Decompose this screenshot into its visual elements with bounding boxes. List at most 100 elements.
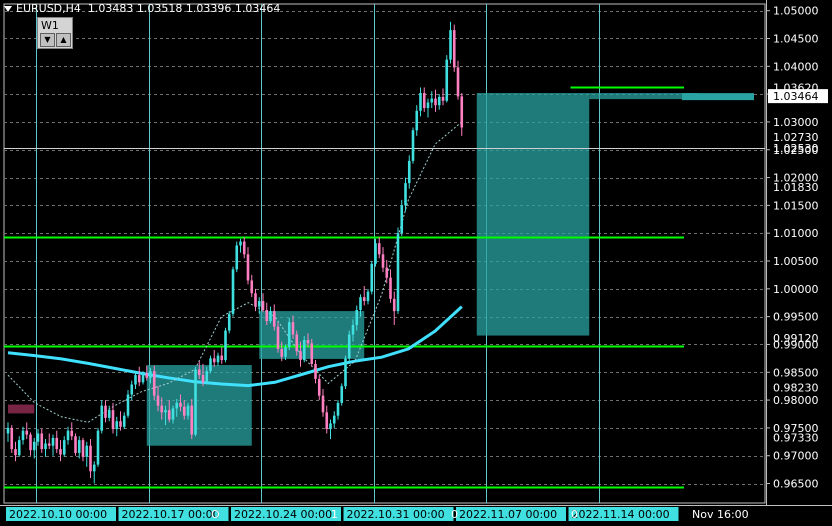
candle-body bbox=[212, 358, 216, 363]
time-label: 2022.10.10 00:00 bbox=[9, 508, 107, 521]
candle-body bbox=[370, 263, 374, 292]
candle-body bbox=[306, 340, 310, 344]
candle-body bbox=[254, 293, 257, 307]
candle-body bbox=[156, 395, 160, 406]
candle-body bbox=[126, 394, 130, 416]
candle-body bbox=[329, 423, 332, 430]
candle-body bbox=[149, 371, 152, 378]
candle-body bbox=[385, 267, 389, 278]
candle-body bbox=[392, 298, 396, 312]
candle-body bbox=[220, 355, 224, 361]
current-zone-strip bbox=[682, 93, 754, 101]
candle-body bbox=[111, 410, 115, 430]
candle-body bbox=[362, 297, 366, 302]
candle-body bbox=[351, 324, 355, 335]
candle-body bbox=[100, 405, 104, 431]
candle-body bbox=[377, 243, 381, 255]
candle-body bbox=[216, 355, 220, 363]
candle-body bbox=[336, 402, 340, 416]
time-label-partial: 0 bbox=[451, 508, 458, 521]
candle-body bbox=[325, 412, 329, 430]
candle-body bbox=[171, 408, 175, 420]
candle-body bbox=[107, 410, 111, 418]
candle-body bbox=[182, 406, 186, 416]
price-marker-label: 1.01830 bbox=[773, 181, 819, 194]
price-tick-label: 0.98500 bbox=[773, 366, 819, 379]
candle-body bbox=[201, 375, 205, 383]
time-label: 2022.11.14 00:00 bbox=[572, 508, 670, 521]
candle-body bbox=[209, 358, 212, 372]
candle-body bbox=[194, 369, 197, 435]
candle-body bbox=[359, 297, 362, 310]
candle-body bbox=[366, 291, 370, 302]
price-marker-label: 1.02530 bbox=[773, 142, 819, 155]
horizontal-level-lines[interactable] bbox=[4, 86, 765, 489]
candle-body bbox=[40, 433, 44, 450]
time-label-partial: 1 bbox=[331, 508, 338, 521]
candle-body bbox=[396, 233, 400, 312]
candle-body bbox=[115, 421, 119, 430]
candle-body bbox=[287, 322, 291, 348]
candle-body bbox=[445, 59, 449, 101]
ohlc-values: 1.03483 1.03518 1.03396 1.03464 bbox=[87, 2, 281, 15]
candle-body bbox=[145, 373, 149, 378]
candle-body bbox=[70, 430, 74, 437]
price-marker-label: 0.98230 bbox=[773, 381, 819, 394]
current-price-label: 1.03464 bbox=[773, 90, 819, 103]
candle-body bbox=[104, 405, 107, 418]
candle-body bbox=[302, 340, 306, 361]
candle-body bbox=[14, 449, 17, 456]
price-marker-label: 0.99120 bbox=[773, 332, 819, 345]
candle-body bbox=[452, 30, 456, 68]
candle-body bbox=[265, 309, 269, 322]
candle-body bbox=[404, 183, 407, 206]
candle-body bbox=[36, 433, 40, 442]
price-tick-label: 0.96500 bbox=[773, 478, 819, 491]
candle-body bbox=[197, 369, 201, 376]
time-label: 2022.10.31 00:00 bbox=[347, 508, 445, 521]
price-tick-label: 0.99500 bbox=[773, 311, 819, 324]
price-tick-label: 1.05000 bbox=[773, 5, 819, 18]
candle-body bbox=[186, 405, 190, 416]
candle-body bbox=[456, 67, 460, 97]
candle-body bbox=[400, 205, 404, 234]
price-tick-label: 1.00000 bbox=[773, 283, 819, 296]
price-tick-label: 1.00500 bbox=[773, 255, 819, 268]
time-label-partial: O bbox=[211, 508, 220, 521]
price-tick-label: 0.97000 bbox=[773, 450, 819, 463]
candle-body bbox=[389, 277, 392, 299]
price-chart[interactable]: 1.050001.045001.040001.035001.030001.025… bbox=[0, 0, 832, 526]
candle-body bbox=[21, 430, 25, 441]
candle-body bbox=[6, 427, 10, 434]
candle-body bbox=[235, 245, 239, 270]
timeframe-up-button[interactable]: ▲ bbox=[56, 33, 71, 47]
candle-body bbox=[224, 330, 227, 361]
candle-body bbox=[81, 440, 85, 457]
zone-rect bbox=[589, 93, 698, 100]
candle-body bbox=[96, 430, 100, 465]
candle-body bbox=[239, 241, 242, 246]
zone-rect bbox=[8, 404, 35, 414]
candle-body bbox=[272, 311, 276, 327]
candle-body bbox=[280, 348, 284, 357]
candle-body bbox=[85, 445, 89, 457]
time-label-last: Nov 16:00 bbox=[692, 508, 749, 521]
candle-body bbox=[160, 405, 164, 413]
candle-body bbox=[310, 343, 314, 364]
time-label: 2022.11.07 00:00 bbox=[459, 508, 557, 521]
dropdown-triangle-icon[interactable] bbox=[4, 5, 12, 12]
time-axis[interactable]: 2022.10.10 00:00 2022.10.17 00:00 2022.10.… bbox=[0, 505, 832, 522]
candle-body bbox=[227, 313, 231, 331]
price-axis[interactable]: 1.050001.045001.040001.035001.030001.025… bbox=[682, 0, 832, 526]
candle-body bbox=[44, 443, 47, 450]
timeframe-down-button[interactable]: ▼ bbox=[40, 33, 55, 47]
time-label: 2022.10.17 00:00 bbox=[122, 508, 220, 521]
timeframe-label: W1 bbox=[41, 19, 59, 32]
candle-body bbox=[167, 410, 171, 420]
timeframe-panel[interactable]: W1 ▼ ▲ bbox=[37, 17, 73, 49]
supply-demand-zones[interactable] bbox=[8, 93, 698, 446]
candle-body bbox=[130, 384, 134, 395]
symbol-label: EURUSD,H4 bbox=[16, 2, 81, 15]
candle-body bbox=[291, 322, 295, 335]
candle-body bbox=[190, 405, 194, 435]
